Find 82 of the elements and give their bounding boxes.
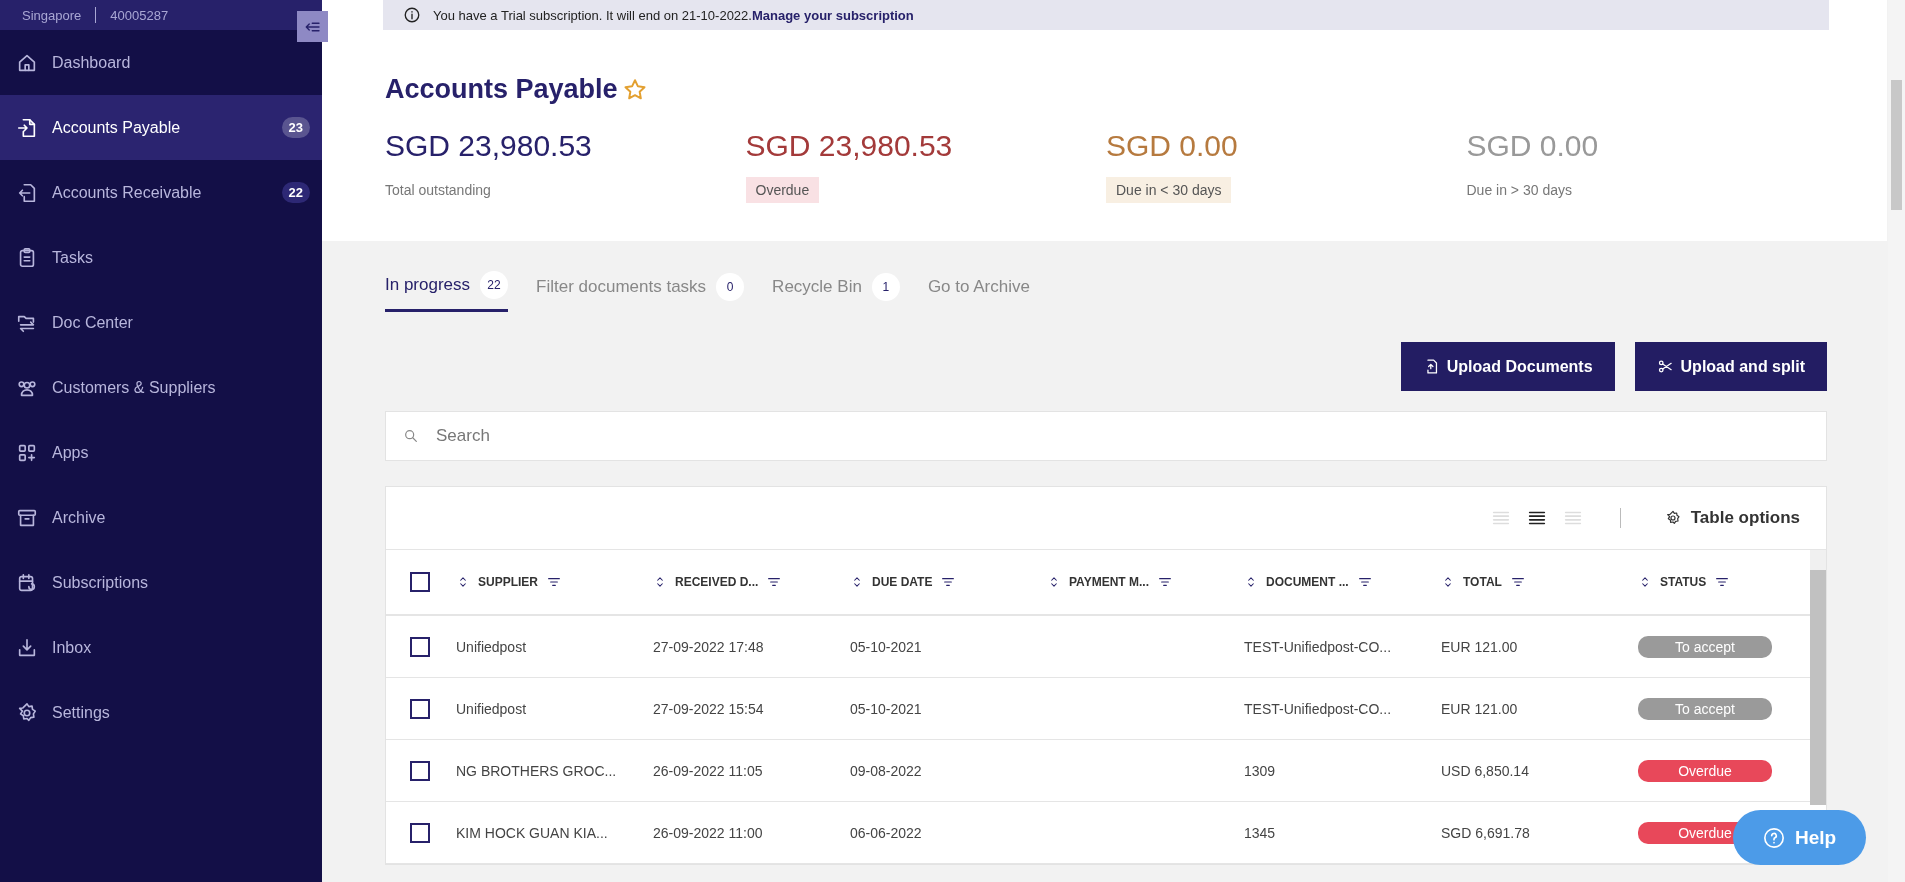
- sidebar-item[interactable]: Settings: [0, 680, 322, 745]
- column-header[interactable]: STATUS: [1660, 575, 1707, 589]
- table-cell: TEST-Unifiedpost-CO...: [1244, 700, 1392, 717]
- column-header[interactable]: DOCUMENT ...: [1266, 575, 1349, 589]
- amount-label: Due in > 30 days: [1466, 181, 1573, 200]
- table-cell: 06-06-2022: [850, 824, 922, 841]
- checkbox[interactable]: [410, 760, 430, 781]
- table-cell: 26-09-2022 11:00: [653, 824, 763, 841]
- sidebar-item[interactable]: Archive: [0, 485, 322, 550]
- amount-label: Due in < 30 days: [1106, 177, 1232, 203]
- sidebar-item[interactable]: Apps: [0, 420, 322, 485]
- amount-value: SGD 0.00: [1466, 129, 1600, 163]
- amount-label: Total outstanding: [385, 181, 492, 200]
- tray-download-icon: [16, 636, 38, 659]
- sidebar-item[interactable]: Subscriptions: [0, 550, 322, 615]
- sidebar-item[interactable]: Inbox: [0, 615, 322, 680]
- status-badge: To accept: [1638, 697, 1772, 720]
- table-cell: 05-10-2021: [850, 638, 922, 655]
- column-header[interactable]: PAYMENT M...: [1069, 575, 1149, 589]
- count-badge: 22: [480, 271, 509, 299]
- column-header[interactable]: DUE DATE: [872, 575, 933, 589]
- scrollbar[interactable]: [1810, 550, 1826, 805]
- tab[interactable]: Filter documents tasks 0: [536, 267, 745, 312]
- region-label: Singapore: [22, 7, 82, 23]
- upload-button[interactable]: Upload Documents: [1400, 342, 1615, 391]
- status-badge: Overdue: [1638, 759, 1772, 782]
- table-cell: SGD 6,691.78: [1441, 824, 1530, 841]
- count-badge: 22: [281, 182, 310, 203]
- manage-subscription-link[interactable]: Manage your subscription: [751, 7, 914, 23]
- table-cell: 27-09-2022 15:54: [653, 700, 764, 717]
- table-cell: 27-09-2022 17:48: [653, 638, 764, 655]
- table-cell: Unifiedpost: [456, 638, 527, 655]
- amount-label: Overdue: [745, 177, 820, 203]
- table-cell: 1309: [1244, 762, 1276, 779]
- table-cell: 05-10-2021: [850, 700, 922, 717]
- account-id: 40005287: [110, 7, 169, 23]
- table-cell: 1345: [1244, 824, 1276, 841]
- count-badge: 23: [281, 117, 310, 138]
- checkbox[interactable]: [410, 822, 430, 843]
- table-cell: KIM HOCK GUAN KIA...: [456, 824, 608, 841]
- sidebar-item[interactable]: Customers & Suppliers: [0, 355, 322, 420]
- table-cell: 26-09-2022 11:05: [653, 762, 763, 779]
- tab[interactable]: Recycle Bin 1: [772, 267, 900, 312]
- checkbox[interactable]: [410, 698, 430, 719]
- amount-value: SGD 23,980.53: [385, 129, 593, 163]
- settings-icon: [1664, 510, 1681, 526]
- settings-icon: [16, 701, 38, 724]
- banner-text: You have a Trial subscription. It will end on 21-10-2022.Manage your subscription: [433, 7, 914, 23]
- sidebar-item[interactable]: Doc Center: [0, 290, 322, 355]
- amount-value: SGD 23,980.53: [745, 129, 954, 163]
- page-title: Accounts Payable: [385, 74, 618, 105]
- sidebar-item[interactable]: Tasks: [0, 225, 322, 290]
- collapse-icon[interactable]: [297, 11, 328, 42]
- help-icon: [1762, 826, 1785, 849]
- table-cell: Unifiedpost: [456, 700, 527, 717]
- checkbox[interactable]: [410, 636, 430, 657]
- search-field[interactable]: Search: [385, 411, 1827, 461]
- file-enter-icon: [16, 116, 38, 139]
- count-badge: 1: [871, 272, 900, 301]
- upload-split-button[interactable]: Upload and split: [1634, 342, 1827, 391]
- file-exit-icon: [16, 181, 38, 204]
- tab[interactable]: In progress 22: [385, 267, 509, 312]
- amount-value: SGD 0.00: [1106, 129, 1239, 163]
- count-badge: 0: [716, 272, 745, 301]
- table-cell: USD 6,850.14: [1441, 762, 1529, 779]
- checkbox[interactable]: [410, 572, 430, 592]
- calendar-refresh-icon: [16, 571, 38, 594]
- column-header[interactable]: SUPPLIER: [478, 575, 538, 589]
- sidebar-item[interactable]: Dashboard: [0, 30, 322, 95]
- table-cell: 09-08-2022: [850, 762, 922, 779]
- table-cell: NG BROTHERS GROC...: [456, 762, 617, 779]
- status-badge: To accept: [1638, 635, 1772, 658]
- table-cell: TEST-Unifiedpost-CO...: [1244, 638, 1392, 655]
- sidebar-item[interactable]: Accounts Receivable 22: [0, 160, 322, 225]
- sidebar-item[interactable]: Accounts Payable 23: [0, 95, 322, 160]
- table-cell: EUR 121.00: [1441, 638, 1518, 655]
- info-icon: [403, 6, 421, 24]
- column-header[interactable]: RECEIVED D...: [675, 575, 759, 589]
- scissors-icon: [1656, 358, 1674, 375]
- table-cell: EUR 121.00: [1441, 700, 1518, 717]
- table-options-button[interactable]: Table options: [1658, 507, 1806, 529]
- column-header[interactable]: TOTAL: [1463, 575, 1502, 589]
